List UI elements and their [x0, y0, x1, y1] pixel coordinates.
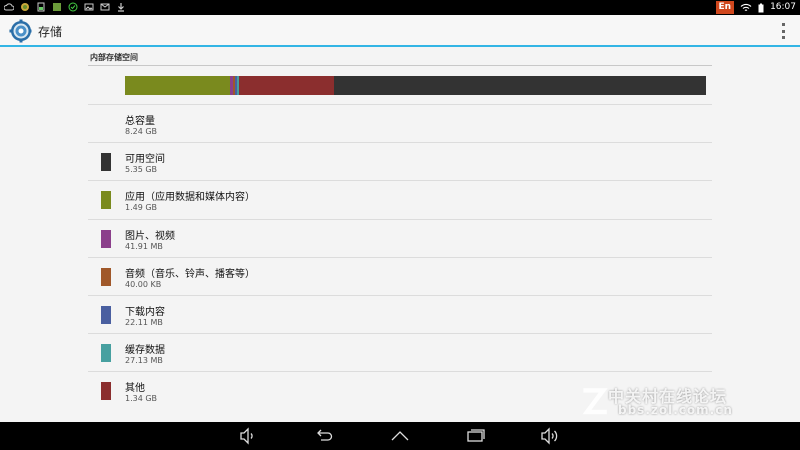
volume-down-icon[interactable]	[238, 426, 258, 446]
storage-item-title: 下载内容	[125, 307, 165, 318]
section-header: 内部存储空间	[88, 52, 712, 66]
color-swatch	[101, 306, 111, 324]
settings-gear-icon[interactable]	[6, 18, 32, 44]
battery-icon	[758, 3, 764, 12]
storage-item[interactable]: 音频（音乐、铃声、播客等） 40.00 KB	[88, 256, 712, 295]
usage-segment-available	[333, 76, 706, 95]
page-title: 存储	[38, 25, 63, 39]
volume-up-icon[interactable]	[540, 426, 560, 446]
storage-item-title: 可用空间	[125, 154, 165, 166]
storage-item-size: 27.13 MB	[125, 356, 163, 366]
back-icon[interactable]	[314, 426, 334, 446]
wifi-icon	[740, 3, 752, 11]
storage-item-title: 图片、视频	[125, 230, 175, 242]
gallery-icon	[53, 3, 61, 11]
storage-item[interactable]: 下载内容 22.11 MB	[88, 295, 712, 333]
storage-item-size: 41.91 MB	[125, 241, 163, 251]
storage-item-size: 1.49 GB	[125, 203, 158, 213]
color-swatch	[101, 191, 111, 210]
status-bar: En 16:07	[0, 0, 800, 15]
storage-item[interactable]: 总容量 8.24 GB	[88, 104, 712, 142]
storage-item-size: 8.24 GB	[125, 127, 158, 136]
color-swatch	[101, 153, 111, 172]
storage-item[interactable]: 缓存数据 27.13 MB	[88, 333, 712, 371]
sd-card-icon	[37, 2, 45, 12]
storage-item[interactable]: 应用（应用数据和媒体内容） 1.49 GB	[88, 180, 712, 218]
image-icon	[84, 3, 94, 11]
recents-icon[interactable]	[466, 426, 486, 446]
color-swatch	[101, 382, 111, 401]
watermark-url: bbs.zol.com.cn	[618, 403, 733, 417]
storage-item[interactable]: 可用空间 5.35 GB	[88, 142, 712, 180]
storage-item-title: 其他	[125, 383, 145, 395]
storage-item[interactable]: 图片、视频 41.91 MB	[88, 218, 712, 257]
color-swatch	[101, 344, 111, 363]
storage-item-size: 5.35 GB	[125, 165, 158, 175]
status-icons-right: En 16:07	[715, 1, 796, 14]
overflow-menu-icon[interactable]	[782, 23, 786, 39]
download-icon	[118, 3, 124, 12]
navigation-bar	[0, 422, 800, 450]
storage-item-size: 1.34 GB	[125, 394, 158, 404]
storage-item-size: 40.00 KB	[125, 279, 162, 289]
language-badge[interactable]: En	[715, 1, 735, 14]
home-icon[interactable]	[390, 426, 410, 446]
clock: 16:07	[770, 2, 796, 12]
android-icon	[21, 3, 29, 11]
storage-item-title: 应用（应用数据和媒体内容）	[125, 192, 255, 204]
usage-segment-misc	[239, 76, 334, 95]
color-swatch	[101, 229, 111, 248]
status-icons-left	[4, 2, 126, 12]
storage-item-title: 缓存数据	[125, 345, 165, 357]
check-icon	[68, 2, 78, 12]
storage-item-title: 总容量	[125, 116, 155, 127]
usage-segment-apps	[125, 76, 231, 95]
storage-usage-bar	[125, 76, 706, 95]
color-swatch	[101, 267, 111, 286]
watermark: 中关村在线论坛 bbs.zol.com.cn	[578, 383, 778, 423]
storage-item-size: 22.11 MB	[125, 318, 163, 327]
storage-content: 内部存储空间 总容量 8.24 GB 可用空间 5.35 GB 应用（应用数据和媒体内容…	[88, 47, 712, 422]
storage-item-title: 音频（音乐、铃声、播客等）	[125, 268, 255, 280]
cloud-icon	[4, 3, 14, 11]
action-bar: 存储	[0, 15, 800, 47]
mail-icon	[100, 3, 110, 11]
